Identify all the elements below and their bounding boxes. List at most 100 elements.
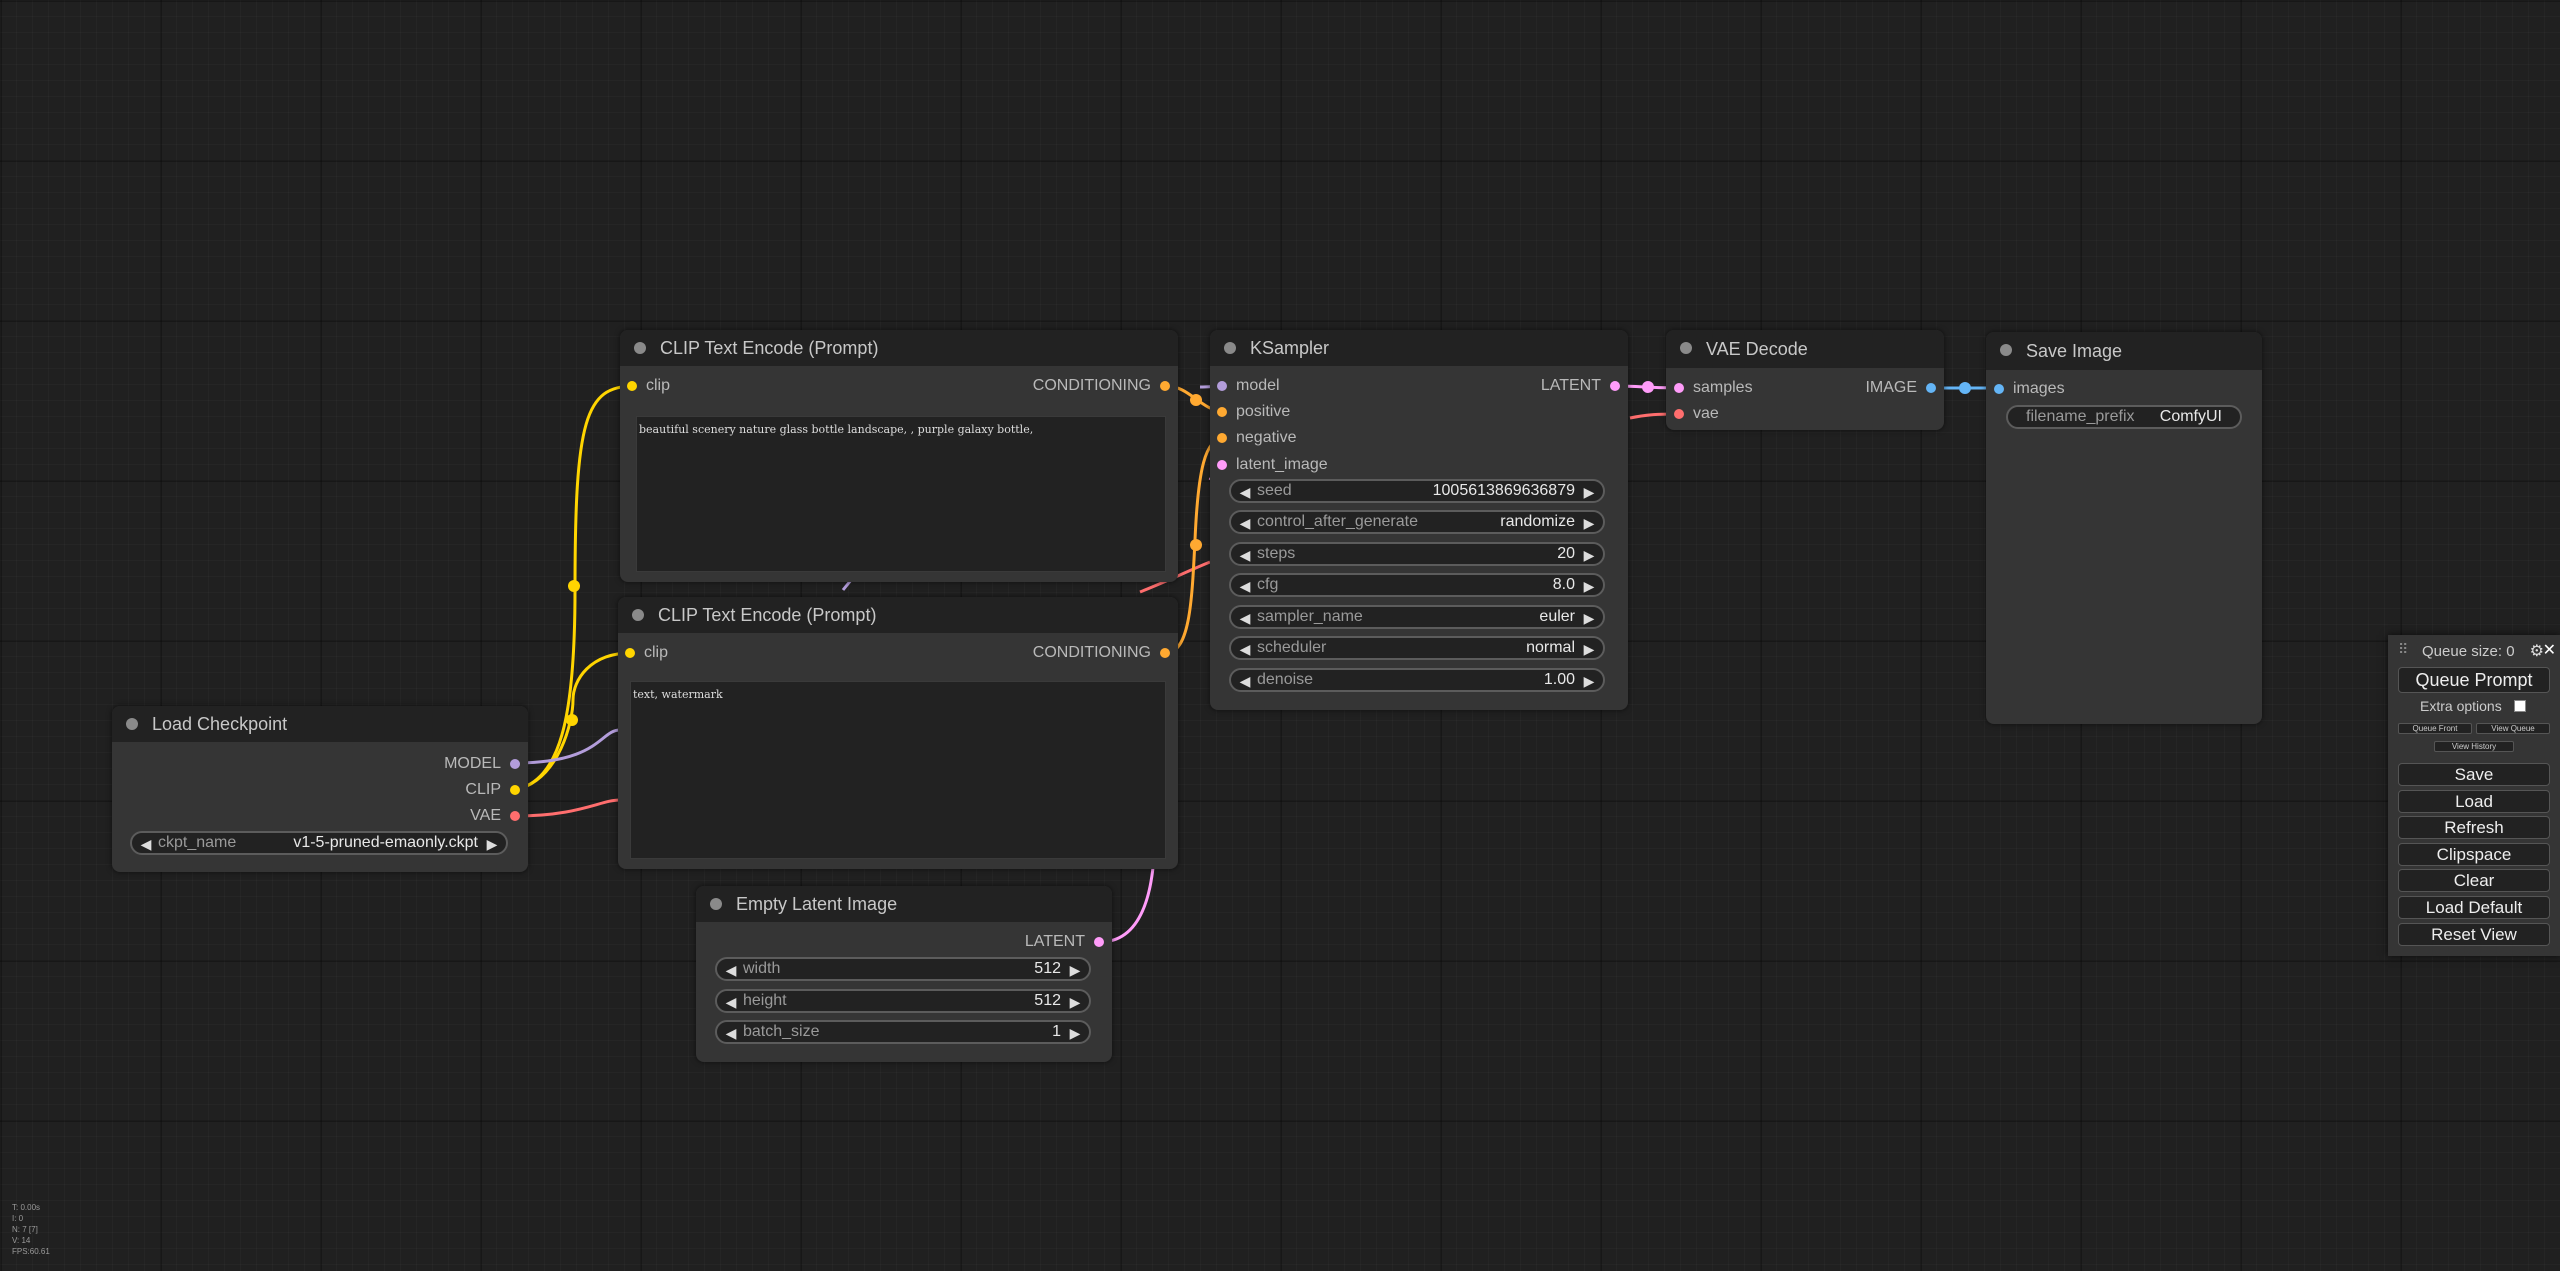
slot-dot-icon[interactable] — [1160, 648, 1170, 658]
node-title[interactable]: Empty Latent Image — [696, 886, 1112, 922]
input-model[interactable]: model — [1217, 376, 1280, 396]
reset-view-button[interactable]: Reset View — [2398, 923, 2550, 946]
arrow-right-icon[interactable]: ▶ — [1582, 513, 1596, 533]
arrow-left-icon[interactable]: ◀ — [1238, 639, 1252, 659]
node-vae-decode[interactable]: VAE Decode samples vae IMAGE — [1666, 330, 1944, 430]
node-empty-latent-image[interactable]: Empty Latent Image LATENT ◀ width 512 ▶ … — [696, 886, 1112, 1062]
input-latent-image[interactable]: latent_image — [1217, 455, 1328, 475]
widget-batch-size[interactable]: ◀ batch_size 1 ▶ — [715, 1020, 1091, 1044]
arrow-left-icon[interactable]: ◀ — [1238, 513, 1252, 533]
node-title[interactable]: KSampler — [1210, 330, 1628, 366]
output-clip[interactable]: CLIP — [465, 780, 520, 800]
node-title[interactable]: Load Checkpoint — [112, 706, 528, 742]
slot-dot-icon[interactable] — [625, 648, 635, 658]
widget-denoise[interactable]: ◀ denoise 1.00 ▶ — [1229, 668, 1605, 692]
drag-handle-icon[interactable]: ⠿ — [2398, 641, 2408, 658]
input-clip[interactable]: clip — [627, 376, 670, 396]
slot-dot-icon[interactable] — [1610, 381, 1620, 391]
collapse-dot-icon[interactable] — [1680, 342, 1692, 354]
arrow-right-icon[interactable]: ▶ — [1068, 992, 1082, 1012]
output-conditioning[interactable]: CONDITIONING — [1033, 376, 1170, 396]
widget-scheduler[interactable]: ◀ scheduler normal ▶ — [1229, 636, 1605, 660]
widget-cfg[interactable]: ◀ cfg 8.0 ▶ — [1229, 573, 1605, 597]
widget-width[interactable]: ◀ width 512 ▶ — [715, 957, 1091, 981]
output-conditioning[interactable]: CONDITIONING — [1033, 643, 1170, 663]
output-latent[interactable]: LATENT — [1025, 932, 1104, 952]
widget-filename-prefix[interactable]: filename_prefix ComfyUI — [2006, 405, 2242, 429]
close-icon[interactable]: ✕ — [2543, 640, 2556, 660]
collapse-dot-icon[interactable] — [126, 718, 138, 730]
prompt-textarea[interactable]: text, watermark — [630, 681, 1166, 859]
slot-dot-icon[interactable] — [1926, 383, 1936, 393]
output-model[interactable]: MODEL — [444, 754, 520, 774]
slot-dot-icon[interactable] — [510, 759, 520, 769]
widget-sampler-name[interactable]: ◀ sampler_name euler ▶ — [1229, 605, 1605, 629]
arrow-right-icon[interactable]: ▶ — [1582, 671, 1596, 691]
node-load-checkpoint[interactable]: Load Checkpoint MODEL CLIP VAE ◀ ckpt_na… — [112, 706, 528, 872]
node-clip-text-encode-negative[interactable]: CLIP Text Encode (Prompt) clip CONDITION… — [618, 597, 1178, 869]
collapse-dot-icon[interactable] — [2000, 344, 2012, 356]
arrow-right-icon[interactable]: ▶ — [1582, 608, 1596, 628]
clear-button[interactable]: Clear — [2398, 869, 2550, 892]
input-samples[interactable]: samples — [1674, 378, 1753, 398]
widget-seed[interactable]: ◀ seed 1005613869636879 ▶ — [1229, 479, 1605, 503]
collapse-dot-icon[interactable] — [1224, 342, 1236, 354]
slot-dot-icon[interactable] — [510, 811, 520, 821]
slot-dot-icon[interactable] — [1217, 460, 1227, 470]
slot-dot-icon[interactable] — [1160, 381, 1170, 391]
arrow-right-icon[interactable]: ▶ — [1582, 545, 1596, 565]
slot-dot-icon[interactable] — [1217, 433, 1227, 443]
widget-ckpt-name[interactable]: ◀ ckpt_name v1-5-pruned-emaonly.ckpt ▶ — [130, 831, 508, 855]
arrow-left-icon[interactable]: ◀ — [724, 1023, 738, 1043]
load-default-button[interactable]: Load Default — [2398, 896, 2550, 919]
slot-dot-icon[interactable] — [1674, 409, 1684, 419]
view-history-button[interactable]: View History — [2434, 741, 2514, 752]
clipspace-button[interactable]: Clipspace — [2398, 843, 2550, 866]
node-title[interactable]: CLIP Text Encode (Prompt) — [620, 330, 1178, 366]
node-ksampler[interactable]: KSampler model positive negative latent_… — [1210, 330, 1628, 710]
save-button[interactable]: Save — [2398, 763, 2550, 786]
slot-dot-icon[interactable] — [510, 785, 520, 795]
slot-dot-icon[interactable] — [1094, 937, 1104, 947]
arrow-left-icon[interactable]: ◀ — [1238, 545, 1252, 565]
arrow-right-icon[interactable]: ▶ — [485, 834, 499, 854]
prompt-textarea[interactable]: beautiful scenery nature glass bottle la… — [636, 416, 1166, 572]
arrow-left-icon[interactable]: ◀ — [1238, 482, 1252, 502]
slot-dot-icon[interactable] — [1217, 407, 1227, 417]
input-images[interactable]: images — [1994, 379, 2065, 399]
arrow-right-icon[interactable]: ▶ — [1068, 1023, 1082, 1043]
node-title[interactable]: CLIP Text Encode (Prompt) — [618, 597, 1178, 633]
arrow-right-icon[interactable]: ▶ — [1582, 576, 1596, 596]
arrow-left-icon[interactable]: ◀ — [1238, 576, 1252, 596]
arrow-right-icon[interactable]: ▶ — [1582, 639, 1596, 659]
view-queue-button[interactable]: View Queue — [2476, 723, 2550, 734]
collapse-dot-icon[interactable] — [632, 609, 644, 621]
load-button[interactable]: Load — [2398, 790, 2550, 813]
slot-dot-icon[interactable] — [1994, 384, 2004, 394]
collapse-dot-icon[interactable] — [634, 342, 646, 354]
output-vae[interactable]: VAE — [470, 806, 520, 826]
arrow-left-icon[interactable]: ◀ — [1238, 671, 1252, 691]
slot-dot-icon[interactable] — [1217, 381, 1227, 391]
node-title[interactable]: Save Image — [1986, 332, 2262, 370]
arrow-right-icon[interactable]: ▶ — [1582, 482, 1596, 502]
output-latent[interactable]: LATENT — [1541, 376, 1620, 396]
arrow-left-icon[interactable]: ◀ — [139, 834, 153, 854]
arrow-left-icon[interactable]: ◀ — [1238, 608, 1252, 628]
widget-steps[interactable]: ◀ steps 20 ▶ — [1229, 542, 1605, 566]
arrow-right-icon[interactable]: ▶ — [1068, 960, 1082, 980]
extra-options-checkbox[interactable] — [2514, 700, 2526, 712]
input-negative[interactable]: negative — [1217, 428, 1297, 448]
node-graph-canvas[interactable]: Load Checkpoint MODEL CLIP VAE ◀ ckpt_na… — [0, 0, 2560, 1271]
output-image[interactable]: IMAGE — [1865, 378, 1936, 398]
refresh-button[interactable]: Refresh — [2398, 816, 2550, 839]
queue-front-button[interactable]: Queue Front — [2398, 723, 2472, 734]
node-clip-text-encode-positive[interactable]: CLIP Text Encode (Prompt) clip CONDITION… — [620, 330, 1178, 582]
queue-prompt-button[interactable]: Queue Prompt — [2398, 667, 2550, 693]
collapse-dot-icon[interactable] — [710, 898, 722, 910]
arrow-left-icon[interactable]: ◀ — [724, 992, 738, 1012]
input-clip[interactable]: clip — [625, 643, 668, 663]
input-vae[interactable]: vae — [1674, 404, 1719, 424]
slot-dot-icon[interactable] — [1674, 383, 1684, 393]
input-positive[interactable]: positive — [1217, 402, 1290, 422]
